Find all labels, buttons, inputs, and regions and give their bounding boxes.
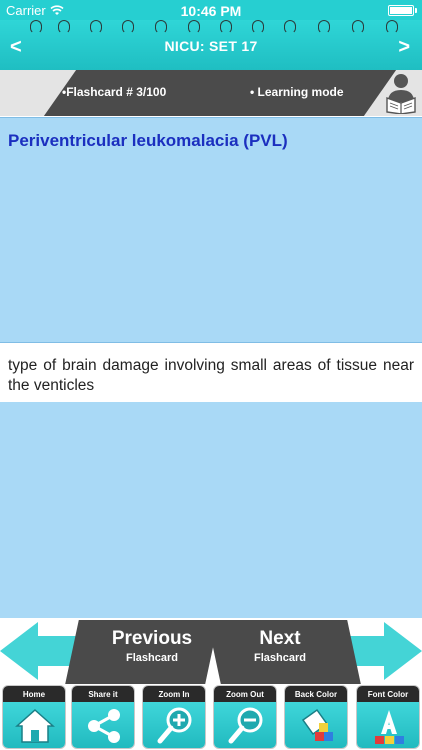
flashcard-navigation: Previous Flashcard Next Flashcard bbox=[0, 618, 422, 685]
binder-rings bbox=[0, 20, 422, 34]
info-band: •Flashcard # 3/100 • Learning mode bbox=[0, 70, 422, 116]
page-title: NICU: SET 17 bbox=[164, 38, 258, 54]
bottom-toolbar: Home Share it Zoom In Zoom Out Back Colo… bbox=[0, 685, 422, 750]
home-label: Home bbox=[3, 686, 65, 702]
mode-label: • Learning mode bbox=[250, 85, 344, 99]
nav-bar: < NICU: SET 17 > bbox=[0, 20, 422, 70]
previous-label: Previous bbox=[111, 628, 193, 649]
answer-text: type of brain damage involving small are… bbox=[8, 357, 414, 394]
answer-panel: type of brain damage involving small are… bbox=[0, 344, 422, 618]
status-time: 10:46 PM bbox=[180, 3, 242, 19]
back-color-label: Back Color bbox=[285, 686, 347, 702]
zoom-in-label: Zoom In bbox=[143, 686, 205, 702]
previous-flashcard-button[interactable]: Previous Flashcard bbox=[82, 620, 222, 684]
previous-sublabel: Flashcard bbox=[126, 652, 178, 664]
next-sublabel: Flashcard bbox=[254, 652, 306, 664]
back-color-button[interactable]: Back Color bbox=[284, 685, 348, 749]
zoom-in-icon bbox=[157, 707, 192, 744]
next-flashcard-button[interactable]: Next Flashcard bbox=[210, 620, 350, 684]
share-button[interactable]: Share it bbox=[71, 685, 135, 749]
share-icon bbox=[88, 709, 120, 743]
font-color-button[interactable]: Font Color bbox=[356, 685, 420, 749]
font-color-label: Font Color bbox=[357, 686, 419, 702]
font-color-icon bbox=[375, 710, 404, 744]
zoom-out-button[interactable]: Zoom Out bbox=[213, 685, 277, 749]
zoom-out-icon bbox=[228, 707, 263, 744]
reader-icon bbox=[386, 74, 416, 114]
home-icon bbox=[15, 708, 55, 743]
question-text: Periventricular leukomalacia (PVL) bbox=[8, 131, 288, 150]
question-panel: Periventricular leukomalacia (PVL) bbox=[0, 117, 422, 343]
forward-button[interactable]: > bbox=[398, 36, 410, 59]
battery-icon bbox=[388, 5, 417, 16]
zoom-in-button[interactable]: Zoom In bbox=[142, 685, 206, 749]
home-button[interactable]: Home bbox=[2, 685, 66, 749]
share-label: Share it bbox=[72, 686, 134, 702]
zoom-out-label: Zoom Out bbox=[214, 686, 276, 702]
next-label: Next bbox=[259, 628, 301, 649]
flashcard-counter: •Flashcard # 3/100 bbox=[62, 85, 167, 99]
paint-bucket-icon bbox=[301, 708, 333, 741]
status-bar: Carrier 10:46 PM bbox=[0, 0, 422, 20]
